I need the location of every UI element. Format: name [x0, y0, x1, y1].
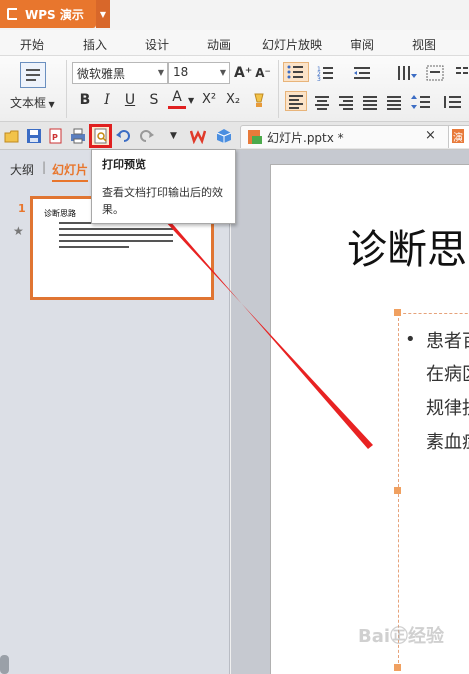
- tooltip-title: 打印预览: [102, 158, 146, 171]
- watermark: Bai㊣经验: [358, 626, 445, 647]
- print-preview-tooltip: 打印预览 查看文档打印输出后的效果。: [91, 149, 236, 224]
- annotation-arrow: [104, 150, 373, 449]
- tooltip-description: 查看文档打印输出后的效果。: [102, 186, 223, 216]
